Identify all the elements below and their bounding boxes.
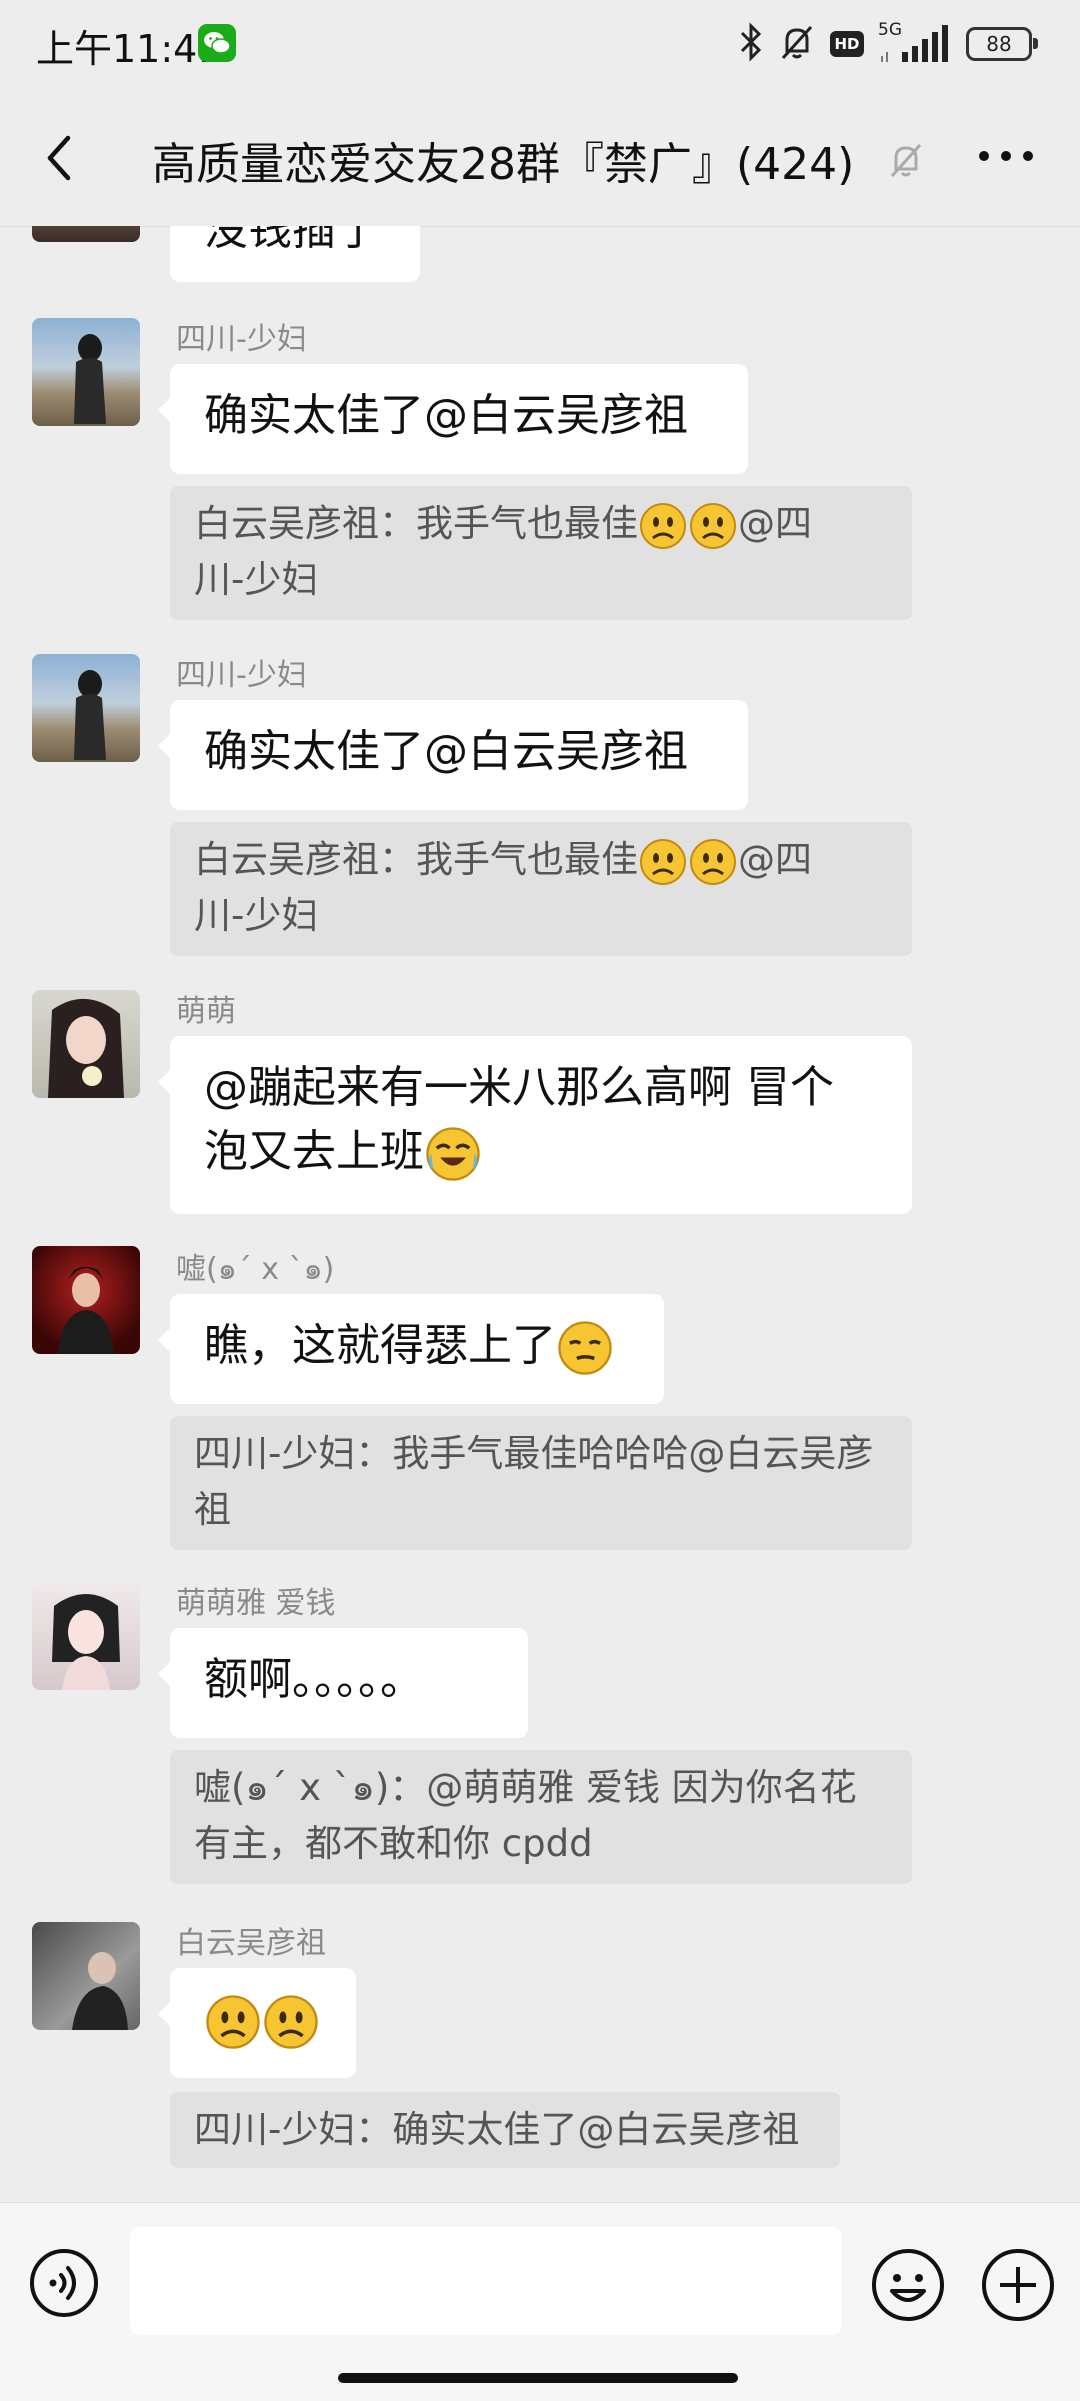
home-indicator[interactable]: [338, 2373, 738, 2383]
quoted-message[interactable]: 嘘(๑ˊ x ˋ๑)：@萌萌雅 爱钱 因为你名花 有主，都不敢和你 cpdd: [170, 1750, 912, 1884]
sender-name: 萌萌: [176, 994, 236, 1029]
sender-name: 嘘(๑ˊ x ˋ๑): [176, 1252, 335, 1287]
message-text: @蹦起来有一米八那么高啊 冒个: [204, 1062, 834, 1113]
chat-message-list[interactable]: 没钱插了 四川-少妇 确实太佳了@白云吴彦祖 白云吴彦祖：我手气也最佳 @四 川-…: [0, 226, 1080, 2202]
frown-emoji-icon: [204, 1994, 262, 2049]
status-time: 上午11:41: [36, 27, 222, 71]
frown-emoji-icon: [638, 838, 688, 885]
quote-text: 白云吴彦祖：我手气也最佳: [194, 838, 638, 881]
message-input[interactable]: [130, 2227, 842, 2335]
message-text: 瞧，这就得瑟上了: [204, 1320, 556, 1371]
emoji-icon[interactable]: [870, 2247, 946, 2323]
crying-laugh-emoji-icon: [424, 1126, 482, 1181]
frown-emoji-icon: [638, 502, 688, 549]
avatar[interactable]: [32, 990, 140, 1098]
frown-emoji-icon: [262, 1994, 320, 2049]
message-bubble[interactable]: 额啊。。。。。: [158, 1628, 528, 1738]
message-text: 额啊。。。。。: [204, 1654, 424, 1705]
message-bubble[interactable]: 确实太佳了@白云吴彦祖: [158, 364, 748, 474]
chat-header: 高质量恋爱交友28群『禁广』(424): [0, 88, 1080, 227]
signal-icon: 5G: [878, 20, 952, 66]
battery-icon: 88: [966, 27, 1038, 61]
quote-text: 祖: [194, 1488, 231, 1531]
quoted-message[interactable]: 白云吴彦祖：我手气也最佳 @四 川-少妇: [170, 822, 912, 956]
message-bubble[interactable]: 没钱插了: [170, 226, 420, 282]
bluetooth-icon: [738, 22, 764, 66]
wechat-icon: [198, 24, 236, 62]
message-bubble[interactable]: 确实太佳了@白云吴彦祖: [158, 700, 748, 810]
bell-off-icon: [778, 22, 816, 66]
chat-title: 高质量恋爱交友28群『禁广』(424): [152, 139, 855, 190]
more-icon[interactable]: [976, 136, 1036, 176]
avatar[interactable]: [32, 226, 140, 242]
back-icon[interactable]: [36, 128, 86, 188]
quote-text: 川-少妇: [194, 558, 319, 601]
plus-icon[interactable]: [980, 2247, 1056, 2323]
quote-text: 白云吴彦祖：我手气也最佳: [194, 502, 638, 545]
avatar[interactable]: [32, 1922, 140, 2030]
avatar[interactable]: [32, 1246, 140, 1354]
quoted-message[interactable]: 四川-少妇：确实太佳了@白云吴彦祖: [170, 2092, 840, 2168]
quoted-message[interactable]: 四川-少妇：我手气最佳哈哈哈@白云吴彦 祖: [170, 1416, 912, 1550]
status-bar: 上午11:41 HD 5G 88: [0, 0, 1080, 88]
quote-text: @四: [738, 838, 812, 881]
smirk-emoji-icon: [556, 1320, 614, 1375]
quote-text: 有主，都不敢和你 cpdd: [194, 1822, 593, 1865]
message-text: 没钱插了: [204, 226, 380, 255]
quote-text: @四: [738, 502, 812, 545]
quote-text: 嘘(๑ˊ x ˋ๑)：@萌萌雅 爱钱 因为你名花: [194, 1766, 857, 1809]
quote-text: 四川-少妇：确实太佳了@白云吴彦祖: [194, 2108, 800, 2151]
message-bubble[interactable]: 瞧，这就得瑟上了: [158, 1294, 664, 1404]
frown-emoji-icon: [688, 502, 738, 549]
input-bar: [0, 2202, 1080, 2401]
message-text: 确实太佳了@白云吴彦祖: [204, 726, 688, 777]
sender-name: 萌萌雅 爱钱: [176, 1586, 336, 1621]
sender-name: 四川-少妇: [176, 658, 307, 693]
avatar[interactable]: [32, 318, 140, 426]
frown-emoji-icon: [688, 838, 738, 885]
quote-text: 川-少妇: [194, 894, 319, 937]
message-bubble[interactable]: @蹦起来有一米八那么高啊 冒个 泡又去上班: [158, 1036, 912, 1214]
voice-icon[interactable]: [28, 2247, 100, 2319]
message-bubble[interactable]: [158, 1968, 356, 2078]
hd-icon: HD: [830, 31, 864, 57]
sender-name: 四川-少妇: [176, 322, 307, 357]
avatar[interactable]: [32, 1582, 140, 1690]
quoted-message[interactable]: 白云吴彦祖：我手气也最佳 @四 川-少妇: [170, 486, 912, 620]
quote-text: 四川-少妇：我手气最佳哈哈哈@白云吴彦: [194, 1432, 874, 1475]
sender-name: 白云吴彦祖: [176, 1926, 326, 1961]
mute-icon: [886, 140, 926, 184]
message-text: 确实太佳了@白云吴彦祖: [204, 390, 688, 441]
message-text: 泡又去上班: [204, 1126, 424, 1177]
avatar[interactable]: [32, 654, 140, 762]
